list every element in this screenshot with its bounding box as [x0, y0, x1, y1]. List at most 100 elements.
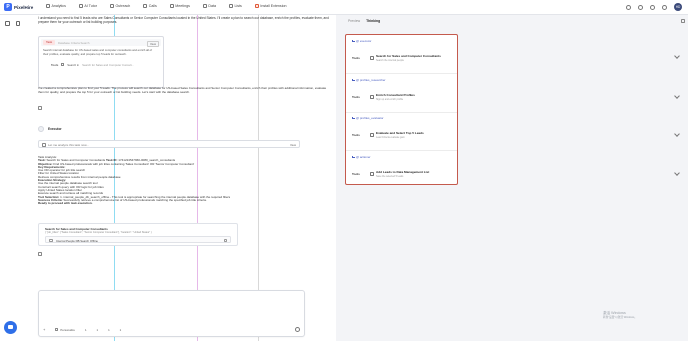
phone-icon: [143, 4, 148, 8]
nav-label: Lists: [234, 4, 242, 8]
persona-selector[interactable]: Personalize: [55, 328, 75, 332]
app-logo[interactable]: P PixelHire: [4, 3, 33, 11]
robot-icon: [78, 4, 83, 8]
task-analysis-text: Task Analysis: Task: Search for Sales and…: [38, 155, 298, 206]
list-add-icon: [370, 172, 374, 176]
analyze-view-button[interactable]: View: [290, 143, 296, 147]
settings-icon[interactable]: [662, 4, 667, 10]
nav-label: AI Tutor: [84, 4, 97, 8]
chevron-icon: [352, 155, 355, 159]
agent-name: @ profiles_researcher: [356, 78, 386, 82]
analyze-step[interactable]: Let me analyze this task now... View: [38, 140, 300, 148]
windows-activation-watermark: 激活 Windows 转到"设置"以激活 Windows。: [603, 311, 637, 320]
chat-toolbar: [5, 21, 20, 26]
nav-item-install-extension[interactable]: Install Extension: [254, 4, 287, 8]
thinking-icon: [42, 143, 46, 147]
assistant-intro-message: I understand you need to find 5 leads wh…: [38, 16, 329, 25]
chevron-icon: [352, 39, 355, 43]
nav-item-data[interactable]: Data: [202, 4, 216, 8]
nav-label: Analytics: [51, 4, 66, 8]
nav-item-lists[interactable]: Lists: [228, 4, 242, 8]
agent-name: @ profiles_evaluator: [356, 116, 384, 120]
option-selector-2[interactable]: 1: [97, 328, 99, 332]
user-avatar[interactable]: HD: [674, 3, 682, 11]
agent-evaluator-task[interactable]: Tools Evaluate and Select Top 5 Leads Lea…: [352, 131, 424, 139]
task-tools-row[interactable]: Tools Search in Search for Sales and Com…: [51, 61, 161, 68]
nav-item-calls[interactable]: Calls: [143, 4, 157, 8]
nav-label: Meetings: [175, 4, 190, 8]
divider: [346, 150, 457, 151]
nav-item-meetings[interactable]: Meetings: [169, 4, 190, 8]
agent-task-title: Add Leads to Data Management List: [376, 170, 430, 174]
tools-label: Tools: [51, 62, 59, 67]
chevron-icon: [352, 78, 355, 82]
agent-task-title: Evaluate and Select Top 5 Leads: [376, 131, 424, 135]
message-composer[interactable]: + Personalize 1 1 1 1: [38, 290, 305, 337]
logo-mark: P: [4, 3, 12, 11]
agent-executor-header[interactable]: @ executor: [352, 39, 371, 43]
list-icon: [228, 4, 233, 8]
option-selector-4[interactable]: 1: [120, 328, 122, 332]
tab-thinking[interactable]: Thinking: [366, 19, 380, 23]
composer-toolbar: + Personalize 1 1 1 1: [43, 326, 300, 333]
nav-item-analytics[interactable]: Analytics: [46, 4, 66, 8]
agent-researcher-header[interactable]: @ profiles_researcher: [352, 78, 386, 82]
gem-icon[interactable]: [626, 4, 631, 10]
chat-support-button[interactable]: [4, 321, 17, 334]
nav-item-outreach[interactable]: Outreach: [109, 4, 131, 8]
agent-actioner-task[interactable]: Tools Add Leads to Data Management List S…: [352, 170, 429, 178]
agent-evaluator-header[interactable]: @ profiles_evaluator: [352, 116, 384, 120]
agent-task-title: Enrich Consultant Profiles: [376, 93, 415, 97]
persona-icon: [55, 328, 59, 331]
tool-call-args: { "job_titles": ["Sales Consultant", "Se…: [45, 231, 152, 234]
expand-icon[interactable]: [223, 238, 227, 242]
agent-task-subtitle: Search the internal people: [376, 58, 404, 62]
option-value: 1: [96, 327, 99, 332]
analysis-value: Find US-based professionals with job tit…: [52, 161, 195, 166]
database-icon: [202, 4, 207, 8]
persona-label: Personalize: [60, 327, 75, 332]
tools-label: Tools: [352, 55, 360, 60]
chart-icon: [46, 4, 50, 8]
nav-label: Outreach: [115, 4, 131, 8]
tools-label: Tools: [352, 94, 360, 99]
copy-icon[interactable]: [38, 106, 42, 110]
database-icon: [49, 238, 53, 242]
main-nav: Analytics AI Tutor Outreach Calls Meetin…: [46, 4, 287, 8]
analysis-heading: Ready to proceed with task execution.: [38, 201, 93, 206]
task-view-button[interactable]: View: [146, 40, 159, 47]
send-icon[interactable]: [295, 327, 300, 332]
task-title: Database Criteria Search: [58, 40, 90, 45]
option-selector-1[interactable]: 1: [85, 328, 87, 332]
copy-icon[interactable]: [38, 252, 42, 256]
bell-icon[interactable]: [650, 4, 655, 10]
agent-researcher-task[interactable]: Tools Enrich Consultant Profiles Sign up …: [352, 93, 415, 101]
nav-label: Calls: [148, 4, 157, 8]
tool-call-result[interactable]: Internal People DB Search Offline: [45, 236, 231, 243]
tool-result-name: Internal People DB Search Offline: [56, 238, 98, 243]
tab-preview[interactable]: Preview: [348, 19, 360, 23]
send-icon: [109, 4, 114, 8]
agent-name: @ executor: [356, 39, 372, 43]
info-icon[interactable]: [638, 4, 643, 10]
executor-name: Executor: [48, 127, 62, 131]
option-value: 1: [84, 327, 87, 332]
check-icon: [370, 133, 374, 137]
option-selector-3[interactable]: 1: [108, 328, 110, 332]
agent-task-subtitle: Lead Criteria evaluate gam: [376, 135, 405, 139]
task-description: Search internal database for US-based sa…: [43, 48, 152, 56]
tools-label: Tools: [352, 132, 360, 137]
divider: [346, 73, 457, 74]
attach-icon[interactable]: +: [43, 327, 45, 332]
tool-call-card[interactable]: Search for Sales and Computer Consultant…: [38, 223, 238, 246]
top-navigation-bar: P PixelHire Analytics AI Tutor Outreach …: [0, 0, 688, 15]
nav-item-ai-tutor[interactable]: AI Tutor: [78, 4, 97, 8]
search-icon: [370, 56, 374, 60]
new-chat-icon[interactable]: [15, 21, 20, 26]
sidebar-toggle-icon[interactable]: [5, 21, 10, 26]
chevron-icon: [352, 116, 355, 120]
collapse-panel-icon[interactable]: [681, 19, 685, 23]
agent-actioner-header[interactable]: @ actioner: [352, 155, 371, 159]
agent-executor-task[interactable]: Tools Search for Sales and Computer Cons…: [352, 54, 441, 62]
executor-avatar: [38, 126, 44, 132]
